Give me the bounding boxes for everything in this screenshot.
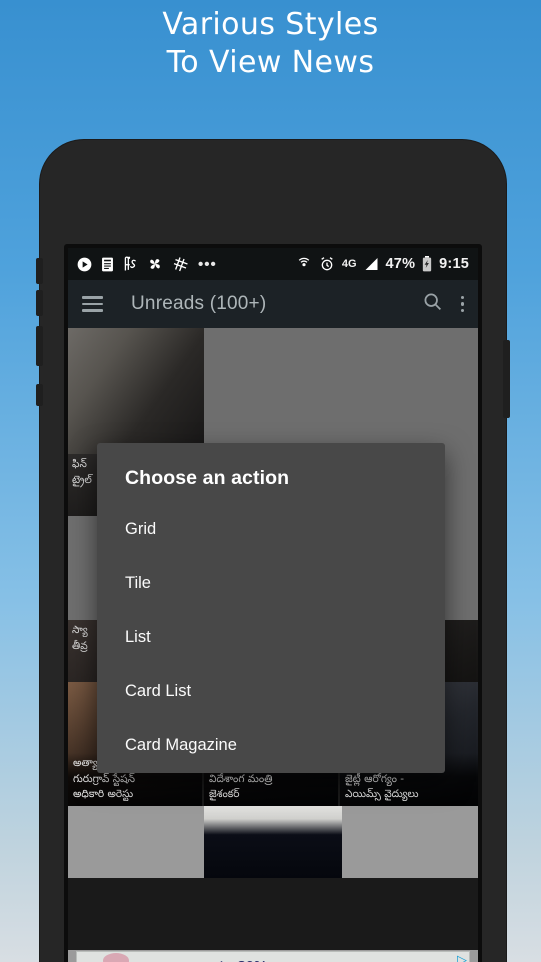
- side-button-extra[interactable]: [36, 326, 43, 366]
- alarm-icon: [319, 256, 335, 272]
- dialog-option-list: Grid Tile List Card List Card Magazine: [97, 502, 445, 772]
- ad-copy: save up to 80% on car insurance.: [159, 958, 283, 962]
- car-illustration-icon: [87, 953, 149, 962]
- volume-down-button[interactable]: [36, 290, 43, 316]
- hamburger-menu-icon[interactable]: [82, 296, 103, 312]
- news-tile[interactable]: [68, 806, 204, 878]
- status-bar: ••• 4G 47% 9:15: [68, 248, 478, 280]
- news-grid: ఫిన్ ట్రైల్ స్యా తీవ్ర గురుగ్రావ్ స్టేషన…: [68, 328, 478, 962]
- network-type-label: 4G: [341, 258, 357, 270]
- news-tile[interactable]: [342, 806, 478, 878]
- news-tile[interactable]: [68, 328, 204, 454]
- battery-percent-label: 47%: [385, 256, 416, 272]
- signal-bars-icon: [364, 257, 379, 271]
- news-tile[interactable]: [204, 806, 342, 878]
- page-title: Unreads (100+): [131, 293, 267, 314]
- diamond-grid-icon: [172, 256, 189, 273]
- phone-screen: ••• 4G 47% 9:15 Unreads (100+) ఫిన్ ట్రై…: [68, 248, 478, 962]
- search-icon[interactable]: [422, 291, 443, 317]
- overflow-menu-icon[interactable]: [460, 295, 464, 313]
- adchoices-icon[interactable]: ▷: [457, 953, 467, 962]
- promo-line-1: Various Styles: [162, 7, 379, 42]
- pinwheel-icon: [147, 256, 163, 272]
- dialog-option-grid[interactable]: Grid: [97, 502, 445, 556]
- cast-icon: [296, 256, 312, 272]
- grid-row: [68, 806, 478, 878]
- dialog-option-card-list[interactable]: Card List: [97, 664, 445, 718]
- news-tile[interactable]: [204, 328, 478, 454]
- dialog-option-card-magazine[interactable]: Card Magazine: [97, 718, 445, 772]
- mute-button[interactable]: [36, 384, 43, 406]
- clock-label: 9:15: [439, 256, 469, 272]
- dialog-title: Choose an action: [125, 467, 290, 489]
- battery-icon: [422, 256, 432, 272]
- promo-headline: Various Styles To View News: [0, 6, 541, 83]
- power-button[interactable]: [503, 340, 510, 418]
- dialog-option-list[interactable]: List: [97, 610, 445, 664]
- promo-line-2: To View News: [166, 45, 375, 81]
- ad-line-1-plain: save: [159, 958, 197, 962]
- app-bar: Unreads (100+): [68, 280, 478, 328]
- media-play-icon: [77, 257, 92, 272]
- script-hs-icon: [123, 256, 138, 272]
- more-dots-icon: •••: [198, 255, 217, 273]
- choose-action-dialog: Choose an action Grid Tile List Card Lis…: [97, 443, 445, 773]
- phone-mockup: ••• 4G 47% 9:15 Unreads (100+) ఫిన్ ట్రై…: [36, 140, 510, 962]
- document-icon: [101, 257, 114, 272]
- ad-banner[interactable]: save up to 80% on car insurance. BUY NOW…: [68, 950, 478, 962]
- grid-row: [68, 328, 478, 454]
- dialog-option-tile[interactable]: Tile: [97, 556, 445, 610]
- volume-up-button[interactable]: [36, 258, 43, 284]
- ad-line-1-bold: up to 80%: [197, 958, 268, 962]
